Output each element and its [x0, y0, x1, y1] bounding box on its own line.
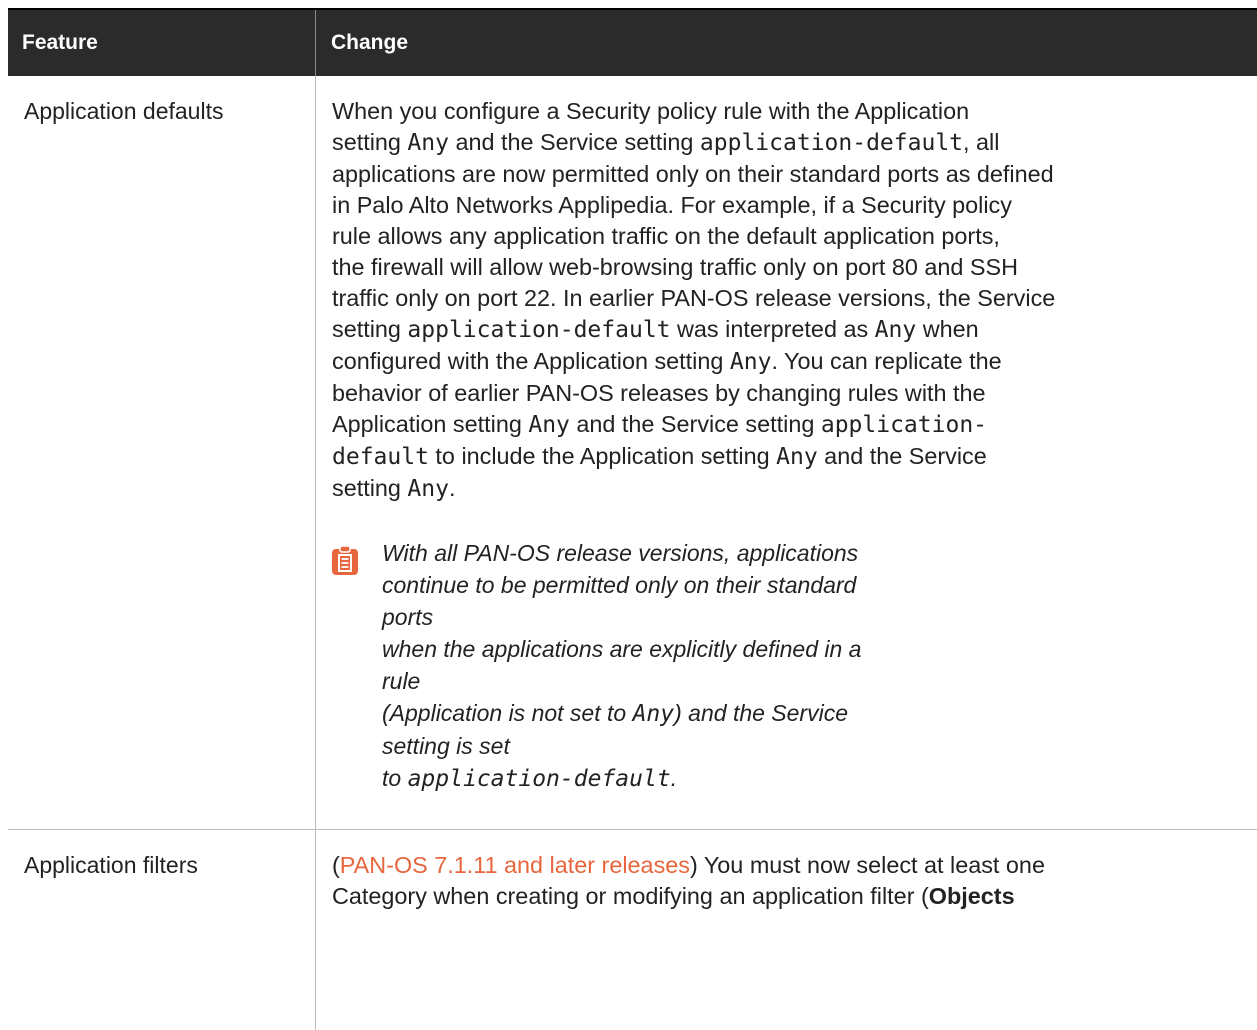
text: setting [332, 316, 408, 342]
table-row: Application defaults When you configure … [8, 76, 1257, 830]
text: to include the Application setting [428, 443, 777, 469]
header-feature: Feature [8, 10, 316, 76]
header-change: Change [331, 31, 409, 54]
note-callout: With all PAN-OS release versions, applic… [332, 537, 1247, 795]
text: . [670, 765, 678, 791]
ui-path-text: Objects [928, 883, 1015, 909]
code-text: Any [874, 317, 917, 343]
code-text: Any [729, 349, 772, 375]
text: . You can replicate the [771, 348, 1002, 374]
code-text: application-default [407, 317, 671, 343]
change-cell: (PAN-OS 7.1.11 and later releases) You m… [316, 830, 1257, 1030]
change-paragraph: When you configure a Security policy rul… [332, 96, 1247, 505]
code-text: default [332, 444, 429, 470]
code-text: Any [528, 412, 570, 438]
text: to [382, 765, 408, 791]
text: (Application is not set to [382, 700, 633, 726]
text: in Palo Alto Networks Applipedia. For ex… [332, 192, 1012, 218]
text: behavior of earlier PAN-OS releases by c… [332, 380, 986, 406]
text: . [448, 475, 456, 501]
text: and the Service setting [448, 129, 700, 155]
text: Application setting [332, 411, 529, 437]
table-header: Feature Change [8, 8, 1257, 76]
text: configured with the Application setting [332, 348, 730, 374]
text: rule allows any application traffic on t… [332, 223, 1000, 249]
text: and the Service [817, 443, 987, 469]
text: when the applications are explicitly def… [382, 636, 862, 694]
feature-change-table: Feature Change Application defaults When… [8, 8, 1257, 1030]
feature-cell: Application filters [8, 830, 316, 1030]
code-text: application-default [407, 766, 671, 792]
text: Category when creating or modifying an a… [332, 883, 929, 909]
text: With all PAN-OS release versions, applic… [382, 540, 859, 566]
text: ( [332, 852, 340, 878]
code-text: Any [776, 444, 818, 470]
code-text: Any [407, 130, 449, 156]
feature-cell: Application defaults [8, 76, 316, 829]
text: the firewall will allow web-browsing tra… [332, 254, 1019, 280]
text: setting [332, 475, 408, 501]
change-cell: When you configure a Security policy rul… [316, 76, 1257, 829]
table-row: Application filters (PAN-OS 7.1.11 and l… [8, 830, 1257, 1030]
code-text: Any [632, 701, 675, 727]
text: applications are now permitted only on t… [332, 161, 1054, 187]
text: ) You must now select at least one [689, 852, 1045, 878]
text: and the Service setting [569, 411, 821, 437]
text: , all [963, 129, 1000, 155]
text: traffic only on port 22. In earlier PAN-… [332, 285, 1056, 311]
text: When you configure a Security policy rul… [332, 98, 970, 124]
release-link[interactable]: PAN-OS 7.1.11 and later releases [340, 852, 690, 878]
text: was interpreted as [670, 316, 875, 342]
text: continue to be permitted only on their s… [382, 572, 857, 630]
note-clipboard-icon [332, 545, 358, 575]
note-text: With all PAN-OS release versions, applic… [382, 537, 902, 795]
code-text: Any [407, 476, 449, 502]
code-text: application- [820, 412, 988, 438]
code-text: application-default [699, 130, 964, 156]
text: setting [332, 129, 408, 155]
text: when [916, 316, 979, 342]
